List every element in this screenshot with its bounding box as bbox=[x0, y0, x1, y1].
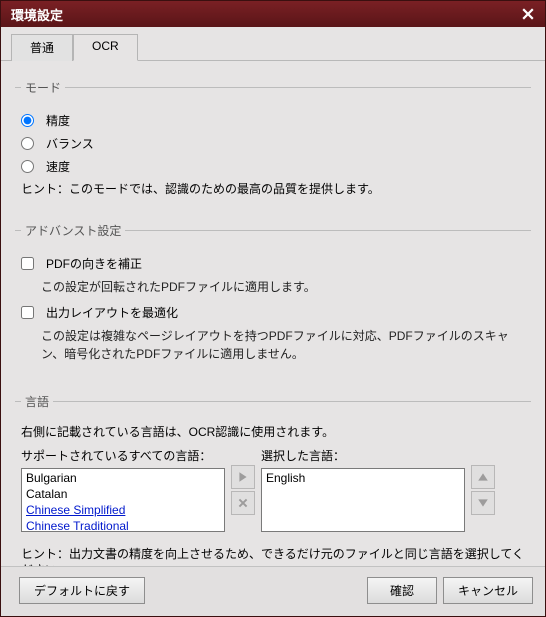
supported-label: サポートされているすべての言語： bbox=[21, 447, 225, 464]
advanced-group: アドバンスト設定 PDFの向きを補正 この設定が回転されたPDFファイルに適用し… bbox=[15, 222, 531, 385]
radio-balance[interactable] bbox=[21, 137, 34, 150]
dialog-title: 環境設定 bbox=[11, 5, 517, 24]
output-layout-sub: この設定は複雑なページレイアウトを持つPDFファイルに対応、PDFファイルのスキ… bbox=[41, 327, 527, 363]
remove-language-button[interactable] bbox=[231, 491, 255, 515]
check-output-layout[interactable] bbox=[21, 306, 34, 319]
list-item[interactable]: Bulgarian bbox=[23, 470, 223, 486]
language-transfer: サポートされているすべての言語： BulgarianCatalanChinese… bbox=[21, 447, 527, 532]
selected-label: 選択した言語： bbox=[261, 447, 465, 464]
ok-button[interactable]: 確認 bbox=[367, 577, 437, 604]
radio-precision-label: 精度 bbox=[46, 112, 70, 129]
add-language-button[interactable] bbox=[231, 465, 255, 489]
language-hint: ヒント：出力文書の精度を向上させるため、できるだけ元のファイルと同じ言語を選択し… bbox=[21, 546, 527, 566]
mode-group: モード 精度 バランス 速度 ヒント：このモードでは、認識のための最高の品質を提… bbox=[15, 79, 531, 214]
check-pdf-orientation-label: PDFの向きを補正 bbox=[46, 255, 142, 272]
move-down-button[interactable] bbox=[471, 491, 495, 515]
titlebar: 環境設定 bbox=[1, 1, 545, 27]
radio-balance-label: バランス bbox=[46, 135, 94, 152]
radio-speed-label: 速度 bbox=[46, 158, 70, 175]
arrow-right-icon bbox=[237, 471, 249, 483]
list-item[interactable]: Chinese Traditional bbox=[23, 518, 223, 532]
button-bar: デフォルトに戻す 確認 キャンセル bbox=[1, 566, 545, 616]
check-output-layout-label: 出力レイアウトを最適化 bbox=[46, 304, 178, 321]
list-item[interactable]: Chinese Simplified bbox=[23, 502, 223, 518]
x-icon bbox=[237, 497, 249, 509]
supported-listbox[interactable]: BulgarianCatalanChinese SimplifiedChines… bbox=[21, 468, 225, 532]
mode-legend: モード bbox=[21, 79, 65, 96]
language-group: 言語 右側に記載されている言語は、OCR認識に使用されます。 サポートされている… bbox=[15, 393, 531, 566]
close-button[interactable] bbox=[517, 5, 539, 23]
arrow-down-icon bbox=[477, 497, 489, 509]
radio-precision[interactable] bbox=[21, 114, 34, 127]
tab-ocr[interactable]: OCR bbox=[73, 34, 138, 61]
language-note: 右側に記載されている言語は、OCR認識に使用されます。 bbox=[21, 424, 527, 441]
check-pdf-orientation[interactable] bbox=[21, 257, 34, 270]
selected-listbox[interactable]: English bbox=[261, 468, 465, 532]
list-item[interactable]: Catalan bbox=[23, 486, 223, 502]
move-up-button[interactable] bbox=[471, 465, 495, 489]
preferences-dialog: 環境設定 普通 OCR モード 精度 バランス 速度 ヒント：このモードでは、認… bbox=[0, 0, 546, 617]
content: モード 精度 バランス 速度 ヒント：このモードでは、認識のための最高の品質を提… bbox=[1, 61, 545, 566]
pdf-orientation-sub: この設定が回転されたPDFファイルに適用します。 bbox=[41, 278, 527, 296]
defaults-button[interactable]: デフォルトに戻す bbox=[19, 577, 145, 604]
advanced-legend: アドバンスト設定 bbox=[21, 222, 125, 239]
close-icon bbox=[522, 8, 534, 20]
list-item[interactable]: English bbox=[263, 470, 463, 486]
tab-normal[interactable]: 普通 bbox=[11, 34, 73, 61]
tabstrip: 普通 OCR bbox=[1, 27, 545, 61]
language-legend: 言語 bbox=[21, 393, 53, 410]
radio-speed[interactable] bbox=[21, 160, 34, 173]
mode-hint: ヒント：このモードでは、認識のための最高の品質を提供します。 bbox=[21, 181, 527, 198]
cancel-button[interactable]: キャンセル bbox=[443, 577, 533, 604]
arrow-up-icon bbox=[477, 471, 489, 483]
